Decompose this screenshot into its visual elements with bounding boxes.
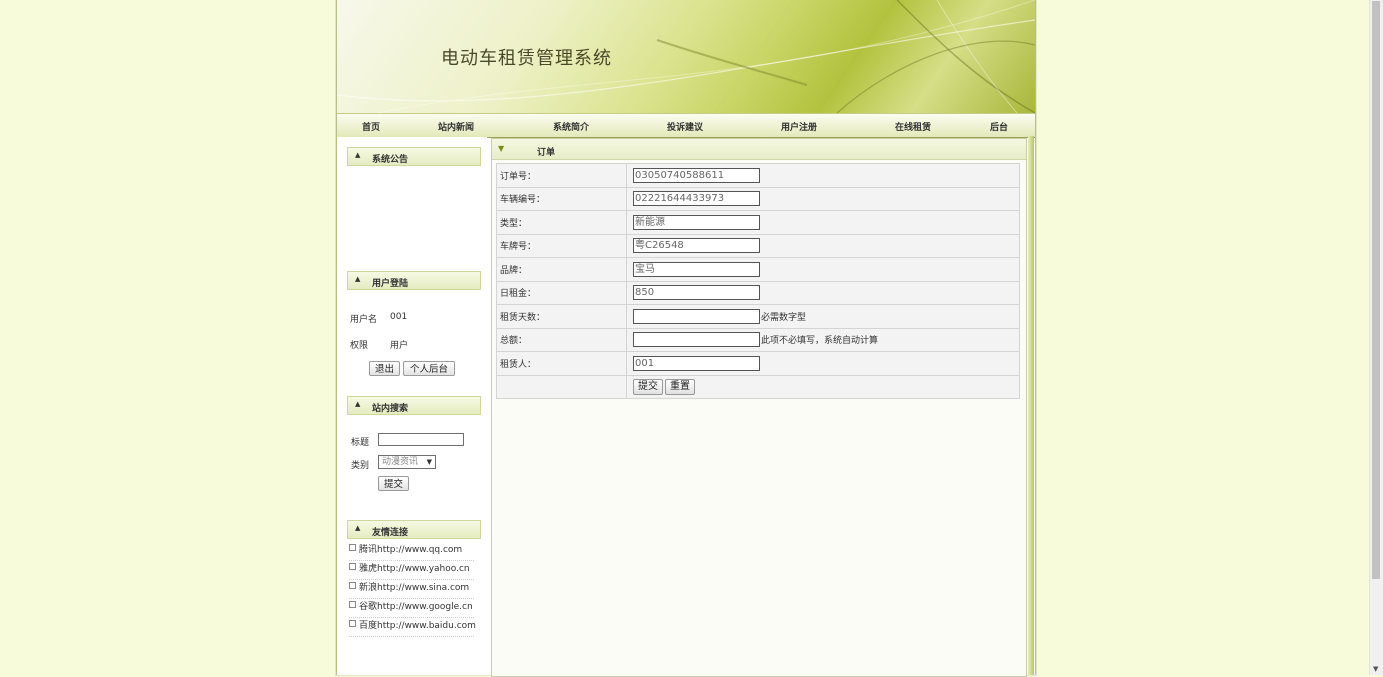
nav-about[interactable]: 系统简介 <box>553 120 589 133</box>
form-row: 车牌号： 粤C26548 <box>496 233 1020 258</box>
header-banner: 电动车租赁管理系统 <box>337 0 1035 113</box>
type-input[interactable]: 新能源 <box>633 214 760 230</box>
daily-rent-label: 日租金： <box>496 280 627 305</box>
dropdown-arrow-icon: ▼ <box>426 458 432 466</box>
username-label: 用户名 <box>350 315 378 325</box>
friend-link[interactable]: 雅虎http://www.yahoo.cn <box>349 561 474 580</box>
search-input[interactable] <box>378 433 464 446</box>
nav-feedback[interactable]: 投诉建议 <box>667 120 703 133</box>
friend-link-label: 谷歌http://www.google.cn <box>359 602 473 612</box>
scrollbar-thumb[interactable] <box>1372 1 1380 579</box>
search-title: 站内搜索 <box>372 404 409 414</box>
links-title: 友情连接 <box>372 528 409 538</box>
role-label: 权限 <box>350 341 369 351</box>
form-row: 提交 重置 <box>496 374 1020 399</box>
nav-admin[interactable]: 后台 <box>990 120 1008 133</box>
friend-link-label: 百度http://www.baidu.com <box>359 621 476 631</box>
right-frame-border <box>1028 136 1034 675</box>
logout-button[interactable]: 退出 <box>369 361 400 376</box>
total-label: 总额： <box>496 327 627 352</box>
form-row: 日租金： 850 <box>496 280 1020 305</box>
login-title: 用户登陆 <box>372 279 409 289</box>
category-select[interactable]: 动漫资讯 ▼ <box>378 455 436 469</box>
daily-rent-input[interactable]: 850 <box>633 285 760 301</box>
plate-no-input[interactable]: 粤C26548 <box>633 238 760 254</box>
form-row: 车辆编号： 02221644433973 <box>496 186 1020 211</box>
search-submit-button[interactable]: 提交 <box>378 476 409 491</box>
form-row: 类型： 新能源 <box>496 210 1020 235</box>
login-header: ▲ 用户登陆 <box>347 271 481 290</box>
order-panel-title: 订单 <box>537 148 556 158</box>
username-value: 001 <box>390 312 408 322</box>
announcement-title: 系统公告 <box>372 155 409 165</box>
collapse-triangle-icon: ▲ <box>355 400 361 408</box>
total-input[interactable] <box>633 332 760 348</box>
order-no-input[interactable]: 03050740588611 <box>633 167 760 183</box>
collapse-triangle-icon: ▲ <box>355 275 361 283</box>
page-container: 电动车租赁管理系统 首页 站内新闻 系统简介 投诉建议 用户注册 在线租赁 后台… <box>336 0 1036 677</box>
bullet-icon <box>349 601 356 608</box>
nav-rental[interactable]: 在线租赁 <box>895 120 931 133</box>
site-title: 电动车租赁管理系统 <box>441 48 612 69</box>
form-row: 总额： 此项不必填写，系统自动计算 <box>496 327 1020 352</box>
friend-link-label: 新浪http://www.sina.com <box>359 583 470 593</box>
nav-home[interactable]: 首页 <box>362 120 380 133</box>
total-hint: 此项不必填写，系统自动计算 <box>761 336 879 347</box>
friend-link-label: 雅虎http://www.yahoo.cn <box>359 564 470 574</box>
page-scrollbar[interactable]: ▼ <box>1369 0 1383 675</box>
search-header: ▲ 站内搜索 <box>347 396 481 415</box>
brand-input[interactable]: 宝马 <box>633 261 760 277</box>
plate-no-label: 车牌号： <box>496 233 627 258</box>
vehicle-no-label: 车辆编号： <box>496 186 627 211</box>
rent-days-input[interactable] <box>633 308 760 324</box>
form-row: 租赁人： 001 <box>496 351 1020 376</box>
sidebar: ▲ 系统公告 ▲ 用户登陆 用户名 001 权限 用户 退出 个人后台 ▲ 站内… <box>337 137 487 675</box>
main-nav: 首页 站内新闻 系统简介 投诉建议 用户注册 在线租赁 后台 <box>337 113 1035 138</box>
category-select-value: 动漫资讯 <box>382 457 419 467</box>
bullet-icon <box>349 582 356 589</box>
type-label: 类型： <box>496 210 627 235</box>
renter-input[interactable]: 001 <box>633 355 760 371</box>
form-row: 品牌： 宝马 <box>496 257 1020 282</box>
search-category-label: 类别 <box>351 461 370 471</box>
friend-link[interactable]: 百度http://www.baidu.com <box>349 618 476 637</box>
submit-button[interactable]: 提交 <box>633 378 663 395</box>
order-form: 订单号： 03050740588611 车辆编号： 02221644433973… <box>496 163 1020 399</box>
form-row: 订单号： 03050740588611 <box>496 163 1020 188</box>
reset-button[interactable]: 重置 <box>665 378 695 395</box>
order-panel-header: ▼ 订单 <box>492 139 1026 160</box>
brand-label: 品牌： <box>496 257 627 282</box>
friend-link[interactable]: 腾讯http://www.qq.com <box>349 542 474 561</box>
nav-register[interactable]: 用户注册 <box>781 120 817 133</box>
bullet-icon <box>349 563 356 570</box>
friend-link-label: 腾讯http://www.qq.com <box>359 545 463 555</box>
bullet-icon <box>349 544 356 551</box>
collapse-triangle-icon: ▲ <box>355 151 361 159</box>
rent-days-label: 租赁天数： <box>496 304 627 329</box>
links-header: ▲ 友情连接 <box>347 520 481 539</box>
renter-label: 租赁人： <box>496 351 627 376</box>
personal-center-button[interactable]: 个人后台 <box>403 361 455 376</box>
collapse-triangle-icon: ▲ <box>355 524 361 532</box>
order-no-label: 订单号： <box>496 163 627 188</box>
role-value: 用户 <box>390 341 409 351</box>
nav-news[interactable]: 站内新闻 <box>438 120 474 133</box>
bullet-icon <box>349 620 356 627</box>
scroll-down-arrow-icon[interactable]: ▼ <box>1373 665 1378 673</box>
search-title-label: 标题 <box>351 438 370 448</box>
rent-days-hint: 必需数字型 <box>761 312 807 323</box>
friend-link[interactable]: 新浪http://www.sina.com <box>349 580 474 599</box>
vehicle-no-input[interactable]: 02221644433973 <box>633 191 760 207</box>
friend-link[interactable]: 谷歌http://www.google.cn <box>349 599 474 618</box>
expand-triangle-icon: ▼ <box>498 144 505 153</box>
order-panel: ▼ 订单 订单号： 03050740588611 车辆编号： 022216444… <box>491 138 1027 677</box>
form-row: 租赁天数： 必需数字型 <box>496 304 1020 329</box>
announcement-header: ▲ 系统公告 <box>347 147 481 166</box>
